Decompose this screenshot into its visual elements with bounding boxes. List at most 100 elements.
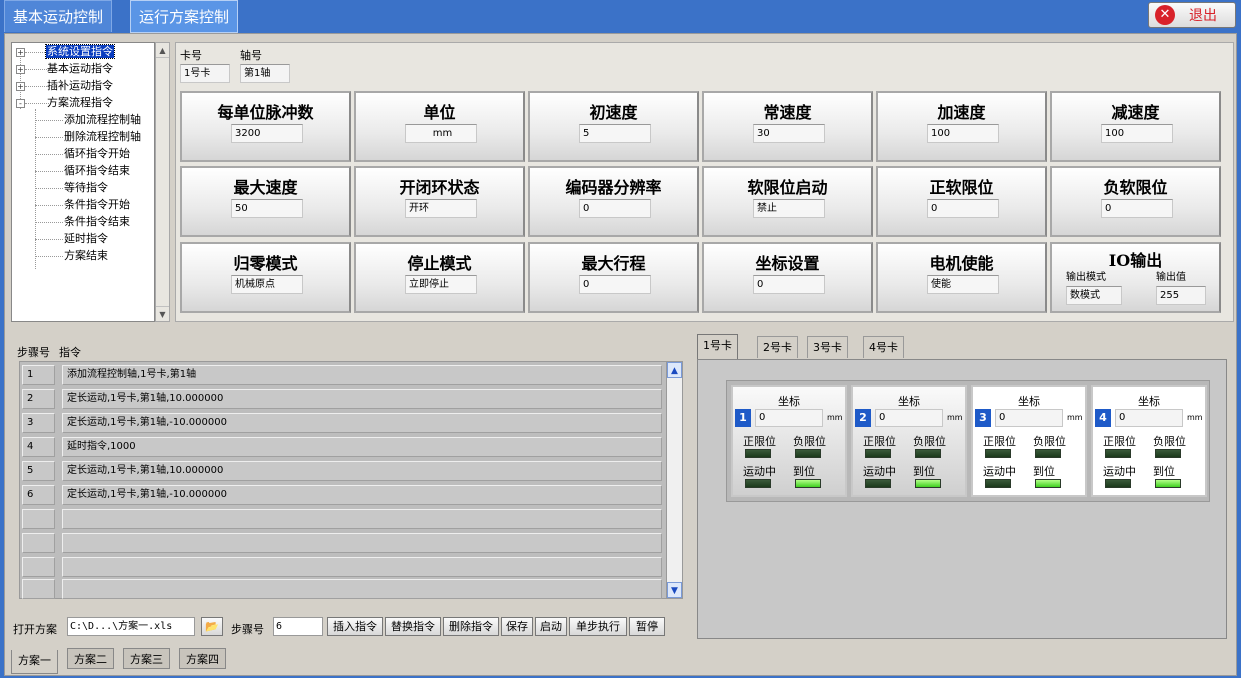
tree-item-add-axis[interactable]: 添加流程控制轴 — [64, 111, 141, 128]
pause-button[interactable]: 暂停 — [629, 617, 665, 636]
param-input[interactable]: 30 — [753, 124, 825, 143]
param-select[interactable]: 开环 — [405, 199, 477, 218]
param-input[interactable]: 0 — [579, 199, 651, 218]
axis-label: 轴号 — [240, 49, 262, 62]
param-loop-state: 开闭环状态 开环 — [354, 166, 525, 237]
tree-item-plan-end[interactable]: 方案结束 — [64, 247, 108, 264]
tab-card-1[interactable]: 1号卡 — [697, 334, 738, 360]
delete-command-button[interactable]: 删除指令 — [443, 617, 499, 636]
file-path-input[interactable]: C:\D...\方案一.xls — [67, 617, 195, 636]
steps-scrollbar[interactable]: ▲ ▼ — [666, 361, 683, 599]
moving-led — [985, 479, 1011, 488]
expand-icon[interactable]: + — [16, 82, 25, 91]
step-number — [22, 557, 55, 577]
io-mode-select[interactable]: 数模式 — [1066, 286, 1122, 305]
param-input[interactable]: 50 — [231, 199, 303, 218]
step-command — [62, 557, 662, 577]
neg-limit-label: 负限位 — [1033, 435, 1066, 448]
param-title: 常速度 — [763, 103, 812, 122]
tree-item-plan-flow[interactable]: 方案流程指令 — [47, 94, 113, 111]
tab-card-2[interactable]: 2号卡 — [757, 336, 798, 358]
param-select[interactable]: 立即停止 — [405, 275, 477, 294]
tab-card-4[interactable]: 4号卡 — [863, 336, 904, 358]
coord-label: 坐标 — [1018, 395, 1040, 408]
replace-command-button[interactable]: 替换指令 — [385, 617, 441, 636]
param-input[interactable]: mm — [405, 124, 477, 143]
tree-item-remove-axis[interactable]: 删除流程控制轴 — [64, 128, 141, 145]
card-select[interactable]: 1号卡 — [180, 64, 230, 83]
step-number-label: 步骤号 — [231, 623, 264, 636]
open-folder-button[interactable]: 📂 — [201, 617, 223, 636]
collapse-icon[interactable]: - — [16, 99, 25, 108]
scroll-down-icon[interactable]: ▼ — [156, 306, 169, 321]
axis-select[interactable]: 第1轴 — [240, 64, 290, 83]
moving-led — [865, 479, 891, 488]
io-value-input[interactable]: 255 — [1156, 286, 1206, 305]
steps-table[interactable]: 1 添加流程控制轴,1号卡,第1轴 2 定长运动,1号卡,第1轴,10.000000… — [19, 361, 667, 599]
param-input[interactable]: 100 — [927, 124, 999, 143]
step-number — [22, 509, 55, 529]
param-input[interactable]: 5 — [579, 124, 651, 143]
scroll-up-icon[interactable]: ▲ — [667, 362, 682, 378]
tree-item-system-settings[interactable]: 系统设置指令 — [45, 43, 115, 60]
tab-plan-3[interactable]: 方案三 — [123, 648, 170, 669]
moving-led — [1105, 479, 1131, 488]
param-select[interactable]: 禁止 — [753, 199, 825, 218]
step-number-input[interactable]: 6 — [273, 617, 323, 636]
step-command: 添加流程控制轴,1号卡,第1轴 — [62, 365, 662, 385]
step-command — [62, 509, 662, 529]
pos-limit-label: 正限位 — [863, 435, 896, 448]
tab-plan-4[interactable]: 方案四 — [179, 648, 226, 669]
tree-item-cond-start[interactable]: 条件指令开始 — [64, 196, 130, 213]
tab-run-plan[interactable]: 运行方案控制 — [130, 0, 239, 33]
step-command: 定长运动,1号卡,第1轴,-10.000000 — [62, 413, 662, 433]
neg-limit-led — [795, 449, 821, 458]
neg-limit-led — [915, 449, 941, 458]
tree-scrollbar[interactable]: ▲ ▼ — [155, 42, 170, 322]
single-step-button[interactable]: 单步执行 — [569, 617, 627, 636]
neg-limit-led — [1155, 449, 1181, 458]
step-number: 2 — [22, 389, 55, 409]
insert-command-button[interactable]: 插入指令 — [327, 617, 383, 636]
unit-label: mm — [827, 413, 843, 422]
tree-item-cond-end[interactable]: 条件指令结束 — [64, 213, 130, 230]
expand-icon[interactable]: + — [16, 65, 25, 74]
tab-plan-1[interactable]: 方案一 — [11, 650, 58, 674]
axis-params-panel: 卡号 轴号 1号卡 第1轴 每单位脉冲数 3200 单位 mm 初速度 5 常速度 30… — [175, 42, 1234, 322]
param-select[interactable]: 机械原点 — [231, 275, 303, 294]
tab-basic-motion[interactable]: 基本运动控制 — [4, 0, 113, 32]
param-motor-enable: 电机使能 使能 — [876, 242, 1047, 313]
param-input[interactable]: 0 — [753, 275, 825, 294]
step-number: 4 — [22, 437, 55, 457]
tree-item-interp-motion[interactable]: 插补运动指令 — [47, 77, 113, 94]
save-button[interactable]: 保存 — [501, 617, 533, 636]
tab-plan-2[interactable]: 方案二 — [67, 648, 114, 669]
neg-limit-label: 负限位 — [913, 435, 946, 448]
tree-item-loop-start[interactable]: 循环指令开始 — [64, 145, 130, 162]
tree-item-loop-end[interactable]: 循环指令结束 — [64, 162, 130, 179]
tree-item-wait[interactable]: 等待指令 — [64, 179, 108, 196]
param-input[interactable]: 100 — [1101, 124, 1173, 143]
expand-icon[interactable]: + — [16, 48, 25, 57]
tab-card-3[interactable]: 3号卡 — [807, 336, 848, 358]
param-title: 正软限位 — [929, 178, 994, 197]
tree-item-basic-motion[interactable]: 基本运动指令 — [47, 60, 113, 77]
axis-number-badge: 1 — [735, 409, 751, 427]
param-input[interactable]: 3200 — [231, 124, 303, 143]
param-input[interactable]: 0 — [927, 199, 999, 218]
scroll-up-icon[interactable]: ▲ — [156, 43, 169, 58]
tree-item-delay[interactable]: 延时指令 — [64, 230, 108, 247]
param-input[interactable]: 0 — [1101, 199, 1173, 218]
coord-value: 0 — [995, 409, 1063, 427]
coord-label: 坐标 — [1138, 395, 1160, 408]
param-home-mode: 归零模式 机械原点 — [180, 242, 351, 313]
start-button[interactable]: 启动 — [535, 617, 567, 636]
axis-number-badge: 4 — [1095, 409, 1111, 427]
command-tree[interactable]: + + + - 系统设置指令 基本运动指令 插补运动指令 方案流程指令 添加流程… — [11, 42, 155, 322]
moving-label: 运动中 — [743, 465, 776, 478]
exit-button[interactable]: ✕ 退出 — [1148, 2, 1236, 28]
scroll-down-icon[interactable]: ▼ — [667, 582, 682, 598]
param-input[interactable]: 0 — [579, 275, 651, 294]
param-select[interactable]: 使能 — [927, 275, 999, 294]
pos-limit-label: 正限位 — [1103, 435, 1136, 448]
